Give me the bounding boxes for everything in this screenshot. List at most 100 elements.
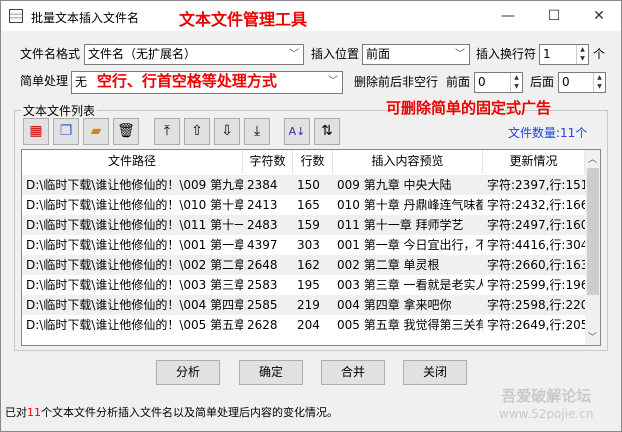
cell-update: 字符:2497,行:160 (487, 218, 585, 232)
table-row[interactable]: D:\临时下载\谁让他修仙的！\002 第二章 2648 162 002 第二章 单灵… (22, 255, 585, 275)
add-multiple-button[interactable]: ❐ (53, 118, 79, 145)
column-header-update[interactable]: 更新情况 (483, 150, 585, 174)
cell-path: D:\临时下载\谁让他修仙的！\005 第五章 (26, 318, 243, 332)
scrollbar-thumb[interactable] (587, 168, 599, 295)
cell-update: 字符:2598,行:220 (487, 298, 585, 312)
column-header-lines[interactable]: 行数 (293, 150, 333, 174)
spin-arrows-icon[interactable]: ▲ ▼ (593, 73, 605, 92)
watermark: 吾爱破解论坛 www.52pojie.cn (499, 387, 593, 423)
window-title: 批量文本插入文件名 (31, 11, 140, 25)
filename-format-value: 文件名（无扩展名） (88, 47, 197, 61)
front-label: 前面 (446, 75, 471, 89)
table-row[interactable]: D:\临时下载\谁让他修仙的！\011 第十一章 2483 159 011 第十一章 … (22, 215, 585, 235)
cell-path: D:\临时下载\谁让他修仙的！\009 第九章 (26, 178, 243, 192)
move-bottom-icon: ⤓ (253, 123, 261, 139)
back-value: 0 (562, 75, 570, 89)
cell-chars: 4397 (247, 238, 278, 252)
merge-button[interactable]: 合并 (321, 360, 385, 385)
ok-button[interactable]: 确定 (239, 360, 303, 385)
cell-lines: 219 (297, 298, 320, 312)
cell-lines: 303 (297, 238, 320, 252)
cell-update: 字符:2599,行:196 (487, 278, 585, 292)
sort-az-icon: A↓ (288, 125, 306, 138)
chevron-down-icon: ﹀ (328, 76, 338, 87)
maximize-button[interactable]: ☐ (531, 1, 577, 31)
app-icon (9, 9, 23, 23)
cell-path: D:\临时下载\谁让他修仙的！\010 第十章 (26, 198, 243, 212)
move-top-button[interactable]: ⤒ (154, 118, 180, 145)
cell-update: 字符:4416,行:304 (487, 238, 585, 252)
cell-chars: 2483 (247, 218, 278, 232)
cell-chars: 2583 (247, 278, 278, 292)
cell-update: 字符:2649,行:205 (487, 318, 585, 332)
scroll-down-icon[interactable]: ﹀ (588, 330, 597, 343)
status-prefix: 已对 (5, 406, 27, 419)
file-count: 文件数量:11个 (508, 126, 588, 140)
copy-files-icon: ❐ (59, 123, 73, 139)
table-row[interactable]: D:\临时下载\谁让他修仙的！\005 第五章 2628 204 005 第五章 我觉… (22, 315, 585, 335)
cell-preview: 009 第九章 中央大陆 (337, 178, 452, 192)
add-folder-button[interactable]: ▰ (83, 118, 109, 145)
cell-lines: 204 (297, 318, 320, 332)
filename-format-label: 文件名格式 (20, 47, 81, 61)
delete-button[interactable]: 🗑 (113, 118, 139, 145)
cell-chars: 2585 (247, 298, 278, 312)
front-spinner[interactable]: 0 ▲ ▼ (474, 72, 523, 93)
simple-process-select[interactable]: 无 空行、行首空格等处理方式 ﹀ (71, 71, 343, 94)
cell-lines: 195 (297, 278, 320, 292)
move-down-button[interactable]: ⇩ (214, 118, 240, 145)
watermark-url: www.52pojie.cn (499, 407, 594, 421)
table-row[interactable]: D:\临时下载\谁让他修仙的！\001 第一章 4397 303 001 第一章 今日… (22, 235, 585, 255)
close-window-button[interactable]: ✕ (576, 1, 622, 31)
cell-preview: 005 第五章 我觉得第三关有 (337, 318, 483, 332)
file-table[interactable]: 文件路径 字符数 行数 插入内容预览 更新情况 D:\临时下载\谁让他修仙的！\… (21, 149, 601, 346)
table-row[interactable]: D:\临时下载\谁让他修仙的！\003 第三章 2583 195 003 第三章 一看… (22, 275, 585, 295)
chevron-down-icon: ﹀ (289, 49, 299, 60)
table-row[interactable]: D:\临时下载\谁让他修仙的！\004 第四章 2585 219 004 第四章 拿来… (22, 295, 585, 315)
insert-newline-spinner[interactable]: 1 ▲ ▼ (539, 44, 589, 65)
move-bottom-button[interactable]: ⤓ (244, 118, 270, 145)
table-row[interactable]: D:\临时下载\谁让他修仙的！\010 第十章 2413 165 010 第十章 丹鼎… (22, 195, 585, 215)
cell-lines: 162 (297, 258, 320, 272)
front-value: 0 (478, 75, 486, 89)
cell-path: D:\临时下载\谁让他修仙的！\001 第一章 (26, 238, 243, 252)
title-annotation: 文本文件管理工具 (179, 10, 308, 29)
scroll-up-icon[interactable]: ︿ (588, 152, 597, 165)
cell-path: D:\临时下载\谁让他修仙的！\003 第三章 (26, 278, 243, 292)
move-up-button[interactable]: ⇧ (184, 118, 210, 145)
simple-process-label: 简单处理 (20, 74, 69, 88)
insert-position-value: 前面 (366, 47, 391, 61)
add-files-button[interactable]: ▦ (23, 118, 49, 145)
chevron-down-icon: ﹀ (455, 49, 465, 60)
minimize-button[interactable]: — (485, 1, 531, 31)
column-header-chars[interactable]: 字符数 (243, 150, 293, 174)
close-button[interactable]: 关闭 (403, 360, 467, 385)
delete-lines-label: 删除前后非空行 (354, 75, 439, 89)
status-bar: 已对11个文本文件分析插入文件名以及简单处理后内容的变化情况。 (5, 404, 338, 420)
trash-icon: 🗑 (117, 123, 135, 139)
move-top-icon: ⤒ (163, 123, 171, 139)
status-suffix: 个文本文件分析插入文件名以及简单处理后内容的变化情况。 (41, 406, 338, 419)
reverse-button[interactable]: ⇅ (314, 118, 340, 145)
cell-preview: 001 第一章 今日宜出行，不 (337, 238, 483, 252)
cell-update: 字符:2397,行:151 (487, 178, 585, 192)
cell-preview: 003 第三章 一看就是老实人 (337, 278, 483, 292)
column-header-preview[interactable]: 插入内容预览 (333, 150, 483, 174)
insert-position-select[interactable]: 前面 ﹀ (362, 44, 470, 65)
cell-preview: 002 第二章 单灵根 (337, 258, 440, 272)
spin-arrows-icon[interactable]: ▲ ▼ (510, 73, 522, 92)
simple-process-value: 无 (75, 75, 88, 89)
cell-path: D:\临时下载\谁让他修仙的！\004 第四章 (26, 298, 243, 312)
spin-arrows-icon[interactable]: ▲ ▼ (576, 45, 588, 64)
filename-format-select[interactable]: 文件名（无扩展名） ﹀ (84, 44, 304, 65)
analyze-button[interactable]: 分析 (156, 360, 220, 385)
cell-preview: 004 第四章 拿来吧你 (337, 298, 452, 312)
cell-chars: 2384 (247, 178, 278, 192)
back-spinner[interactable]: 0 ▲ ▼ (558, 72, 606, 93)
column-header-path[interactable]: 文件路径 (22, 150, 243, 174)
sort-button[interactable]: A↓ (284, 118, 310, 145)
simple-process-annotation: 空行、行首空格等处理方式 (96, 72, 277, 90)
table-row[interactable]: D:\临时下载\谁让他修仙的！\009 第九章 2384 150 009 第九章 中央… (22, 175, 585, 195)
cell-chars: 2648 (247, 258, 278, 272)
cell-preview: 011 第十一章 拜师学艺 (337, 218, 464, 232)
